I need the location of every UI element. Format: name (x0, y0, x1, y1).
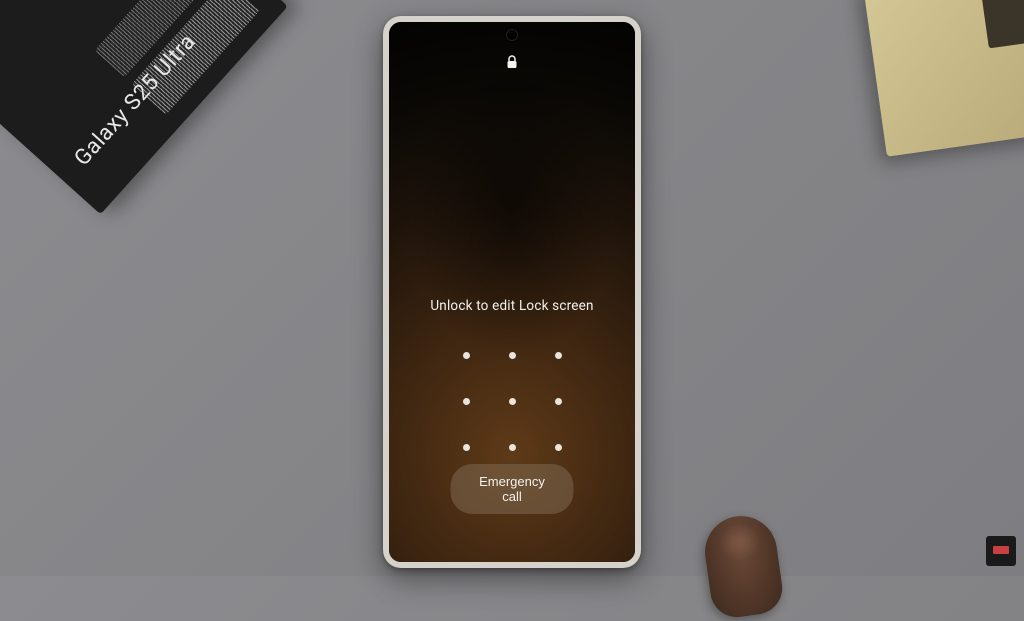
pattern-dot-9[interactable] (555, 444, 562, 451)
finger-prop (700, 511, 785, 620)
pattern-dot-7[interactable] (463, 444, 470, 451)
pattern-unlock-grid[interactable] (443, 332, 581, 470)
front-camera-punchhole (507, 30, 517, 40)
channel-watermark (986, 536, 1016, 566)
product-box: Galaxy S25 Ultra (0, 0, 288, 214)
lock-icon (506, 55, 518, 69)
pattern-dot-3[interactable] (555, 352, 562, 359)
pattern-dot-6[interactable] (555, 398, 562, 405)
pattern-dot-5[interactable] (509, 398, 516, 405)
hinge-detail (979, 0, 1024, 48)
emergency-call-button[interactable]: Emergency call (451, 464, 574, 514)
pattern-dot-8[interactable] (509, 444, 516, 451)
wooden-block-prop (863, 0, 1024, 157)
pattern-dot-1[interactable] (463, 352, 470, 359)
unlock-prompt-text: Unlock to edit Lock screen (389, 298, 635, 314)
pattern-dot-4[interactable] (463, 398, 470, 405)
phone-frame: Unlock to edit Lock screen Emergency cal… (383, 16, 641, 568)
pattern-dot-2[interactable] (509, 352, 516, 359)
phone-screen[interactable]: Unlock to edit Lock screen Emergency cal… (389, 22, 635, 562)
